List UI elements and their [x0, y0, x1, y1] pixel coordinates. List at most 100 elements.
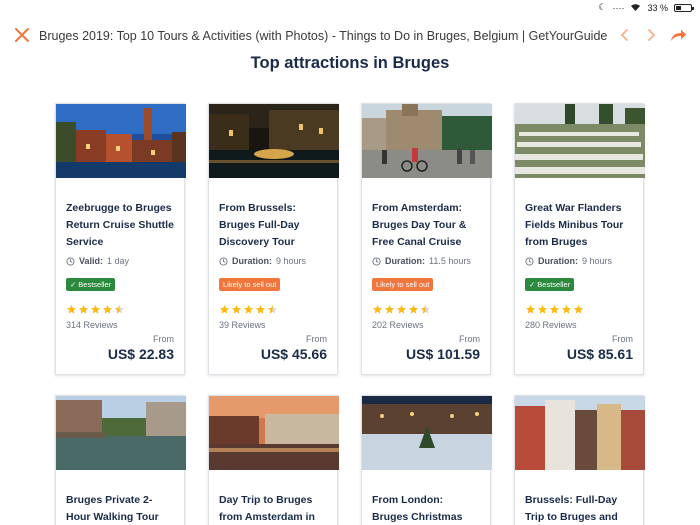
tour-duration: Duration: 9 hours	[525, 256, 612, 266]
close-icon[interactable]	[13, 26, 31, 44]
tour-image	[56, 396, 186, 470]
price: US$ 85.61	[566, 346, 633, 362]
badge-label: Bestseller	[537, 280, 571, 289]
star-full-icon	[384, 304, 395, 314]
tour-title[interactable]: From Brussels: Bruges Full-Day Discovery…	[219, 200, 329, 251]
chevron-right-icon[interactable]	[643, 27, 659, 43]
tour-image	[362, 396, 492, 470]
tour-image	[209, 396, 339, 470]
tour-duration: Duration: 9 hours	[219, 256, 306, 266]
tour-title[interactable]: Day Trip to Bruges from Amsterdam in	[219, 492, 329, 525]
battery-percent: 33 %	[647, 2, 668, 13]
section-title: Top attractions in Bruges	[250, 54, 450, 72]
star-full-icon	[90, 304, 101, 314]
tour-validity: Valid: 1 day	[66, 256, 129, 266]
battery-icon	[674, 3, 694, 12]
tour-image	[56, 104, 186, 178]
tour-card[interactable]: Brussels: Full-Day Trip to Bruges and Gh…	[514, 395, 645, 525]
wifi-icon	[631, 4, 641, 11]
bestseller-badge: ✓ Bestseller	[525, 278, 575, 291]
share-icon[interactable]	[669, 27, 687, 43]
star-full-icon	[573, 304, 584, 314]
star-rating	[372, 304, 431, 315]
moon-icon: ☾	[598, 2, 607, 12]
star-rating	[66, 304, 125, 315]
clock-icon	[525, 256, 534, 266]
sell-out-badge: Likely to sell out	[372, 278, 434, 291]
review-count: 280 Reviews	[525, 320, 577, 330]
chevron-left-icon[interactable]	[617, 27, 633, 43]
review-count: 39 Reviews	[219, 320, 266, 330]
tour-title[interactable]: From Amsterdam: Bruges Day Tour & Free C…	[372, 200, 482, 251]
tour-title[interactable]: Brussels: Full-Day Trip to Bruges and Gh…	[525, 492, 635, 525]
star-full-icon	[408, 304, 419, 314]
tour-image	[209, 104, 339, 178]
review-count: 314 Reviews	[66, 320, 118, 330]
info-label: Duration:	[385, 256, 425, 266]
star-full-icon	[231, 304, 242, 314]
badge-label: Likely to sell out	[223, 280, 277, 289]
star-rating	[525, 304, 584, 315]
check-icon: ✓	[70, 280, 77, 289]
tour-title[interactable]: Zeebrugge to Bruges Return Cruise Shuttl…	[66, 200, 176, 251]
star-half-icon	[114, 304, 125, 314]
page-heading: Bruges 2019: Top 10 Tours & Activities (…	[39, 29, 608, 43]
star-full-icon	[396, 304, 407, 314]
star-full-icon	[219, 304, 230, 314]
tour-card[interactable]: From London: Bruges Christmas Markets	[361, 395, 492, 525]
badge-label: Likely to sell out	[376, 280, 430, 289]
tour-card[interactable]: Bruges Private 2-Hour Walking Tour	[55, 395, 186, 525]
price: US$ 22.83	[107, 346, 174, 362]
tour-card[interactable]: From Amsterdam: Bruges Day Tour & Free C…	[361, 103, 492, 375]
info-label: Duration:	[538, 256, 578, 266]
tour-image	[515, 396, 645, 470]
tour-title[interactable]: From London: Bruges Christmas Markets	[372, 492, 482, 525]
star-full-icon	[66, 304, 77, 314]
status-icons: ☾ ···· 33 %	[598, 2, 694, 13]
star-full-icon	[549, 304, 560, 314]
info-label: Valid:	[79, 256, 104, 266]
tour-card[interactable]: Zeebrugge to Bruges Return Cruise Shuttl…	[55, 103, 186, 375]
info-label: Duration:	[232, 256, 272, 266]
clock-icon	[219, 256, 228, 266]
info-value: 9 hours	[276, 256, 307, 266]
price: US$ 101.59	[406, 346, 480, 362]
review-count: 202 Reviews	[372, 320, 424, 330]
star-full-icon	[102, 304, 113, 314]
star-full-icon	[525, 304, 536, 314]
star-full-icon	[561, 304, 572, 314]
tour-title[interactable]: Bruges Private 2-Hour Walking Tour	[66, 492, 176, 525]
star-half-icon	[267, 304, 278, 314]
top-bar: Bruges 2019: Top 10 Tours & Activities (…	[0, 22, 700, 50]
tour-image	[515, 104, 645, 178]
star-full-icon	[372, 304, 383, 314]
star-full-icon	[243, 304, 254, 314]
star-full-icon	[537, 304, 548, 314]
tour-card[interactable]: Day Trip to Bruges from Amsterdam in	[208, 395, 339, 525]
price-from-label: From	[153, 334, 174, 344]
star-rating	[219, 304, 278, 315]
check-icon: ✓	[529, 280, 536, 289]
price-from-label: From	[612, 334, 633, 344]
tour-card[interactable]: Great War Flanders Fields Minibus Tour f…	[514, 103, 645, 375]
info-value: 11.5 hours	[429, 256, 471, 266]
price: US$ 45.66	[260, 346, 327, 362]
clock-icon	[66, 256, 75, 266]
star-half-icon	[420, 304, 431, 314]
tour-image	[362, 104, 492, 178]
tour-duration: Duration: 11.5 hours	[372, 256, 471, 266]
price-from-label: From	[459, 334, 480, 344]
info-value: 9 hours	[582, 256, 613, 266]
tour-title[interactable]: Great War Flanders Fields Minibus Tour f…	[525, 200, 635, 251]
tour-card[interactable]: From Brussels: Bruges Full-Day Discovery…	[208, 103, 339, 375]
clock-icon	[372, 256, 381, 266]
bestseller-badge: ✓ Bestseller	[66, 278, 116, 291]
price-from-label: From	[306, 334, 327, 344]
star-full-icon	[78, 304, 89, 314]
status-bar: ☾ ···· 33 %	[0, 0, 700, 16]
info-value: 1 day	[107, 256, 130, 266]
badge-label: Bestseller	[78, 280, 112, 289]
signal-icon: ····	[612, 2, 625, 13]
star-full-icon	[255, 304, 266, 314]
sell-out-badge: Likely to sell out	[219, 278, 281, 291]
